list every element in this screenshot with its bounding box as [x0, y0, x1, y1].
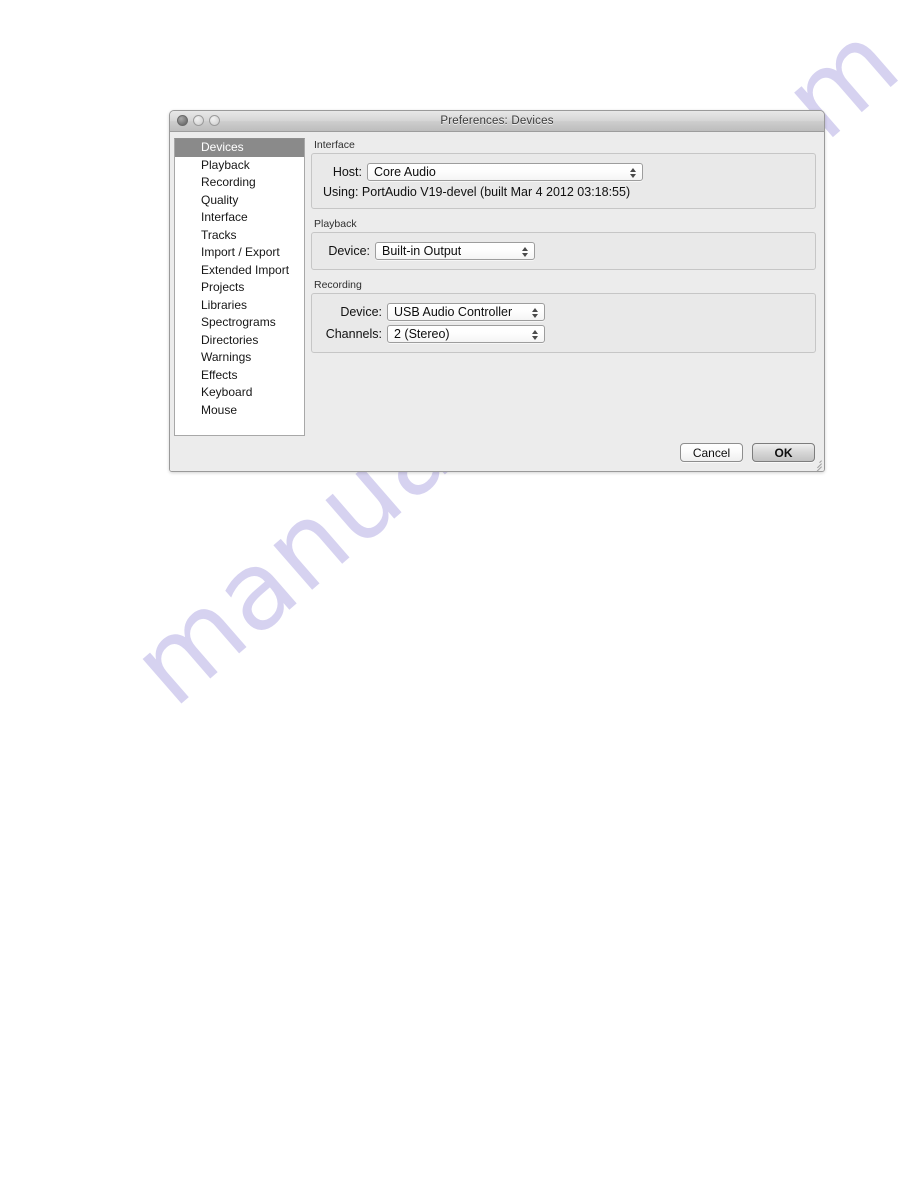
sidebar-item-label: Playback [201, 157, 250, 172]
window-controls [177, 115, 220, 126]
sidebar-item-extended-import[interactable]: Extended Import [175, 262, 304, 280]
sidebar-item-label: Effects [201, 367, 238, 382]
playback-device-value: Built-in Output [382, 244, 462, 258]
sidebar-item-label: Recording [201, 175, 256, 189]
interface-group: Interface Host: Core Audio Using: PortAu… [311, 139, 816, 209]
host-row: Host: Core Audio [322, 163, 805, 181]
sidebar-item-effects[interactable]: Effects [175, 367, 304, 385]
interface-group-label: Interface [314, 139, 355, 151]
sidebar-item-import-export[interactable]: Import / Export [175, 244, 304, 262]
sidebar-item-playback[interactable]: Playback [175, 157, 304, 175]
resize-grip-icon[interactable] [810, 457, 822, 471]
ok-button[interactable]: OK [752, 443, 815, 462]
sidebar-item-label: Directories [201, 332, 259, 347]
playback-device-select[interactable]: Built-in Output [375, 242, 535, 260]
preferences-window: Preferences: Devices Devices Playback Re… [169, 110, 825, 472]
close-icon[interactable] [177, 115, 188, 126]
sidebar-item-libraries[interactable]: Libraries [175, 297, 304, 315]
sidebar-item-tracks[interactable]: Tracks [175, 227, 304, 245]
sidebar-item-interface[interactable]: Interface [175, 209, 304, 227]
recording-group: Recording Device: USB Audio Controller C… [311, 279, 816, 353]
chevron-updown-icon [629, 166, 637, 180]
recording-channels-value: 2 (Stereo) [394, 327, 450, 341]
sidebar-item-mouse[interactable]: Mouse [175, 402, 304, 420]
interface-group-box: Host: Core Audio Using: PortAudio V19-de… [311, 153, 816, 209]
sidebar-item-warnings[interactable]: Warnings [175, 349, 304, 367]
host-select-value: Core Audio [374, 165, 436, 179]
chevron-updown-icon [531, 328, 539, 342]
using-line: Using: PortAudio V19-devel (built Mar 4 … [323, 185, 631, 199]
recording-channels-row: Channels: 2 (Stereo) [322, 325, 805, 343]
chevron-updown-icon [521, 245, 529, 259]
playback-group-label: Playback [314, 218, 357, 230]
sidebar-item-spectrograms[interactable]: Spectrograms [175, 314, 304, 332]
host-select[interactable]: Core Audio [367, 163, 643, 181]
sidebar-item-label: Extended Import [201, 262, 290, 277]
sidebar-item-label: Libraries [201, 297, 248, 312]
sidebar-item-label: Warnings [201, 350, 252, 364]
recording-device-select[interactable]: USB Audio Controller [387, 303, 545, 321]
host-label: Host: [332, 165, 362, 179]
sidebar-item-label: Spectrograms [201, 315, 276, 329]
dialog-button-bar: Cancel OK [680, 443, 815, 462]
maximize-icon[interactable] [209, 115, 220, 126]
sidebar-item-label: Interface [201, 210, 248, 224]
recording-device-label: Device: [340, 305, 382, 319]
sidebar-item-label: Keyboard [201, 385, 253, 399]
sidebar-item-label: Tracks [201, 227, 237, 242]
playback-group-box: Device: Built-in Output [311, 232, 816, 270]
recording-group-label: Recording [314, 279, 362, 291]
sidebar-item-label: Import / Export [201, 245, 280, 259]
sidebar-item-quality[interactable]: Quality [175, 192, 304, 210]
sidebar-item-keyboard[interactable]: Keyboard [175, 384, 304, 402]
sidebar-item-devices[interactable]: Devices [175, 139, 304, 157]
sidebar-item-label: Quality [201, 192, 239, 207]
window-titlebar[interactable]: Preferences: Devices [170, 111, 824, 132]
recording-channels-select[interactable]: 2 (Stereo) [387, 325, 545, 343]
window-title: Preferences: Devices [440, 115, 554, 127]
sidebar-item-label: Mouse [201, 402, 238, 417]
playback-device-row: Device: Built-in Output [322, 242, 805, 260]
recording-device-row: Device: USB Audio Controller [322, 303, 805, 321]
minimize-icon[interactable] [193, 115, 204, 126]
recording-channels-label: Channels: [325, 327, 382, 341]
sidebar-item-recording[interactable]: Recording [175, 174, 304, 192]
sidebar: Devices Playback Recording Quality Inter… [170, 132, 311, 471]
chevron-updown-icon [531, 306, 539, 320]
settings-content: Interface Host: Core Audio Using: PortAu… [311, 132, 824, 471]
window-body: Devices Playback Recording Quality Inter… [170, 132, 824, 471]
playback-device-label: Device: [328, 244, 370, 258]
category-list[interactable]: Devices Playback Recording Quality Inter… [174, 138, 305, 436]
cancel-button[interactable]: Cancel [680, 443, 743, 462]
sidebar-item-projects[interactable]: Projects [175, 279, 304, 297]
sidebar-item-label: Projects [201, 280, 245, 294]
playback-group: Playback Device: Built-in Output [311, 218, 816, 270]
sidebar-item-directories[interactable]: Directories [175, 332, 304, 350]
recording-group-box: Device: USB Audio Controller Channels: 2… [311, 293, 816, 353]
recording-device-value: USB Audio Controller [394, 305, 513, 319]
sidebar-item-label: Devices [201, 140, 244, 154]
